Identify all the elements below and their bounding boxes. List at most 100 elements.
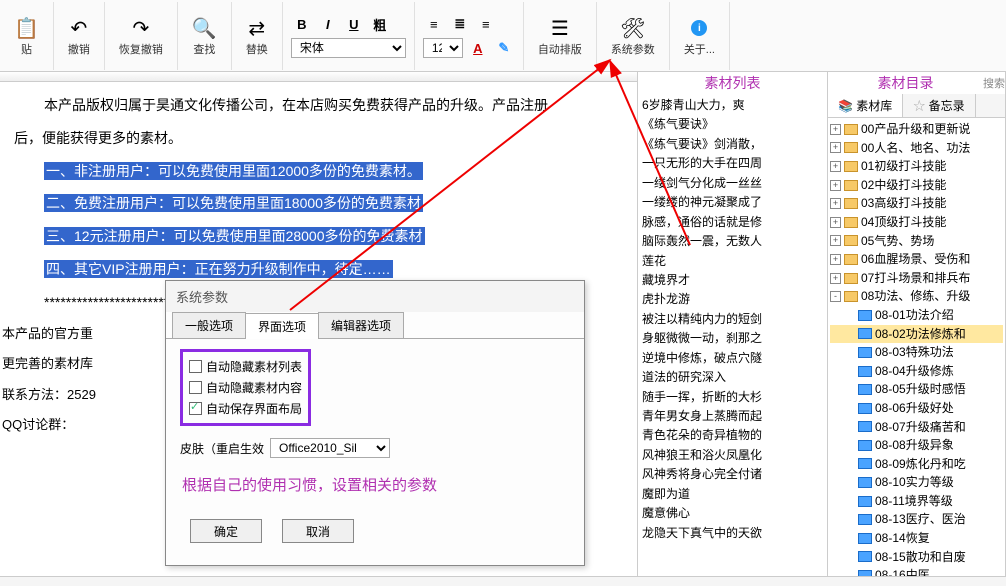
italic-button[interactable]: I xyxy=(317,14,339,34)
expand-icon[interactable]: + xyxy=(830,254,841,265)
tab-general[interactable]: 一般选项 xyxy=(172,312,246,338)
tree[interactable]: +00产品升级和更新说+00人名、地名、功法+01初级打斗技能+02中级打斗技能… xyxy=(828,118,1005,576)
highlight-button[interactable]: ✎ xyxy=(493,38,515,58)
tree-item[interactable]: 08-14恢复 xyxy=(830,529,1003,548)
snippet-item[interactable]: 虎扑龙游 xyxy=(642,290,823,309)
tab-ui[interactable]: 界面选项 xyxy=(245,313,319,339)
snippet-item[interactable]: 青年男女身上蒸腾而起 xyxy=(642,407,823,426)
cancel-button[interactable]: 取消 xyxy=(282,519,354,543)
expand-icon[interactable]: + xyxy=(830,124,841,135)
tree-item[interactable]: 08-09炼化丹和吃 xyxy=(830,455,1003,474)
snippet-item[interactable]: 一缕剑气分化成一丝丝 xyxy=(642,174,823,193)
tab-editor[interactable]: 编辑器选项 xyxy=(318,312,404,338)
size-select[interactable]: 12 xyxy=(423,38,463,58)
tree-item[interactable]: 08-10实力等级 xyxy=(830,473,1003,492)
snippet-item[interactable]: 风神秀将身心完全付诸 xyxy=(642,465,823,484)
tree-item[interactable]: +02中级打斗技能 xyxy=(830,176,1003,195)
align-left-icon[interactable]: ≡ xyxy=(423,14,445,34)
tree-item[interactable]: 08-16中医 xyxy=(830,566,1003,576)
chk-save-layout[interactable] xyxy=(189,402,202,415)
chk-hide-list[interactable] xyxy=(189,360,202,373)
snippet-item[interactable]: 莲花 xyxy=(642,252,823,271)
find-button[interactable]: 🔍 查找 xyxy=(184,13,225,59)
snippet-item[interactable]: 魔即为道 xyxy=(642,485,823,504)
sys-params-button[interactable]: 🛠 系统参数 xyxy=(603,13,663,59)
snippet-item[interactable]: 藏境界才 xyxy=(642,271,823,290)
snippet-item[interactable]: 脉感，通俗的话就是修 xyxy=(642,213,823,232)
paste-button[interactable]: 📋 贴 xyxy=(6,13,47,59)
tree-item[interactable]: 08-03特殊功法 xyxy=(830,343,1003,362)
expand-icon[interactable]: - xyxy=(830,291,841,302)
tree-item[interactable]: +07打斗场景和排兵布 xyxy=(830,269,1003,288)
right-panels: 素材列表 6岁膝青山大力，爽《练气要诀》《练气要诀》剑消散，一只无形的大手在四周… xyxy=(638,72,1006,576)
snippet-title: 素材列表 xyxy=(638,71,827,95)
skin-select[interactable]: Office2010_Sil xyxy=(270,438,390,458)
strike-button[interactable]: 粗 xyxy=(369,14,391,34)
tree-item[interactable]: +03高级打斗技能 xyxy=(830,194,1003,213)
about-button[interactable]: i 关于... xyxy=(676,13,723,59)
font-color-button[interactable]: A xyxy=(467,38,489,58)
redo-button[interactable]: ↷ 恢复撤销 xyxy=(111,13,171,59)
tab-library[interactable]: 📚 素材库 xyxy=(828,94,903,117)
snippet-item[interactable]: 青色花朵的奇异植物的 xyxy=(642,426,823,445)
auto-layout-button[interactable]: ☰ 自动排版 xyxy=(530,13,590,59)
tree-item[interactable]: 08-04升级修炼 xyxy=(830,362,1003,381)
tab-memo[interactable]: ☆ 备忘录 xyxy=(903,94,975,117)
bold-button[interactable]: B xyxy=(291,14,313,34)
skin-label: 皮肤（重启生效 xyxy=(180,440,264,457)
align-right-icon[interactable]: ≡ xyxy=(475,14,497,34)
undo-button[interactable]: ↶ 撤销 xyxy=(60,13,98,59)
expand-icon[interactable]: + xyxy=(830,142,841,153)
tree-item[interactable]: +00产品升级和更新说 xyxy=(830,120,1003,139)
tree-item[interactable]: +04顶级打斗技能 xyxy=(830,213,1003,232)
folder-icon xyxy=(858,496,872,507)
tree-item[interactable]: -08功法、修练、升级 xyxy=(830,287,1003,306)
chk-hide-content[interactable] xyxy=(189,381,202,394)
tree-item[interactable]: 08-13医疗、医治 xyxy=(830,510,1003,529)
tree-item[interactable]: 08-02功法修炼和 xyxy=(830,325,1003,344)
snippet-item[interactable]: 一缕缕的神元凝聚成了 xyxy=(642,193,823,212)
tree-item[interactable]: 08-15散功和自废 xyxy=(830,548,1003,567)
about-label: 关于... xyxy=(684,41,715,57)
expand-icon[interactable]: + xyxy=(830,180,841,191)
snippet-item[interactable]: 一只无形的大手在四周 xyxy=(642,154,823,173)
tree-item[interactable]: +05气势、势场 xyxy=(830,232,1003,251)
snippet-item[interactable]: 6岁膝青山大力，爽 xyxy=(642,96,823,115)
snippet-item[interactable]: 《练气要诀》 xyxy=(642,115,823,134)
snippet-item[interactable]: 被注以精纯内力的短剑 xyxy=(642,310,823,329)
info-icon: i xyxy=(691,15,707,41)
snippet-item[interactable]: 魔意佛心 xyxy=(642,504,823,523)
snippet-item[interactable]: 身躯微微一动，刹那之 xyxy=(642,329,823,348)
tree-item[interactable]: 08-01功法介绍 xyxy=(830,306,1003,325)
snippet-item[interactable]: 脑际轰然一震，无数人 xyxy=(642,232,823,251)
expand-icon[interactable]: + xyxy=(830,235,841,246)
expand-icon[interactable]: + xyxy=(830,217,841,228)
snippet-item[interactable]: 道法的研究深入 xyxy=(642,368,823,387)
tree-label: 02中级打斗技能 xyxy=(861,176,946,195)
expand-icon[interactable]: + xyxy=(830,161,841,172)
snippet-item[interactable]: 随手一挥，折断的大杉 xyxy=(642,388,823,407)
redo-label: 恢复撤销 xyxy=(119,41,163,57)
snippet-item[interactable]: 逆境中修炼，破点穴隧 xyxy=(642,349,823,368)
expand-icon[interactable]: + xyxy=(830,198,841,209)
replace-button[interactable]: ⇄ 替换 xyxy=(238,13,276,59)
tree-item[interactable]: 08-08升级异象 xyxy=(830,436,1003,455)
expand-icon[interactable]: + xyxy=(830,273,841,284)
chk-label: 自动隐藏素材列表 xyxy=(206,358,302,375)
snippet-item[interactable]: 龙隐天下真气中的天欲 xyxy=(642,524,823,543)
tree-item[interactable]: 08-05升级时感悟 xyxy=(830,380,1003,399)
tree-item[interactable]: +06血腥场景、受伤和 xyxy=(830,250,1003,269)
tree-item[interactable]: +01初级打斗技能 xyxy=(830,157,1003,176)
tree-item[interactable]: 08-11境界等级 xyxy=(830,492,1003,511)
ok-button[interactable]: 确定 xyxy=(190,519,262,543)
tree-item[interactable]: 08-07升级痛苦和 xyxy=(830,418,1003,437)
align-center-icon[interactable]: ≣ xyxy=(449,14,471,34)
tree-item[interactable]: 08-06升级好处 xyxy=(830,399,1003,418)
snippet-item[interactable]: 风神狼王和浴火凤凰化 xyxy=(642,446,823,465)
font-select[interactable]: 宋体 xyxy=(291,38,406,58)
tree-item[interactable]: +00人名、地名、功法 xyxy=(830,139,1003,158)
snippet-list[interactable]: 6岁膝青山大力，爽《练气要诀》《练气要诀》剑消散，一只无形的大手在四周一缕剑气分… xyxy=(638,94,827,576)
underline-button[interactable]: U xyxy=(343,14,365,34)
snippet-item[interactable]: 《练气要诀》剑消散， xyxy=(642,135,823,154)
tree-search[interactable]: 搜索 xyxy=(983,75,1005,91)
